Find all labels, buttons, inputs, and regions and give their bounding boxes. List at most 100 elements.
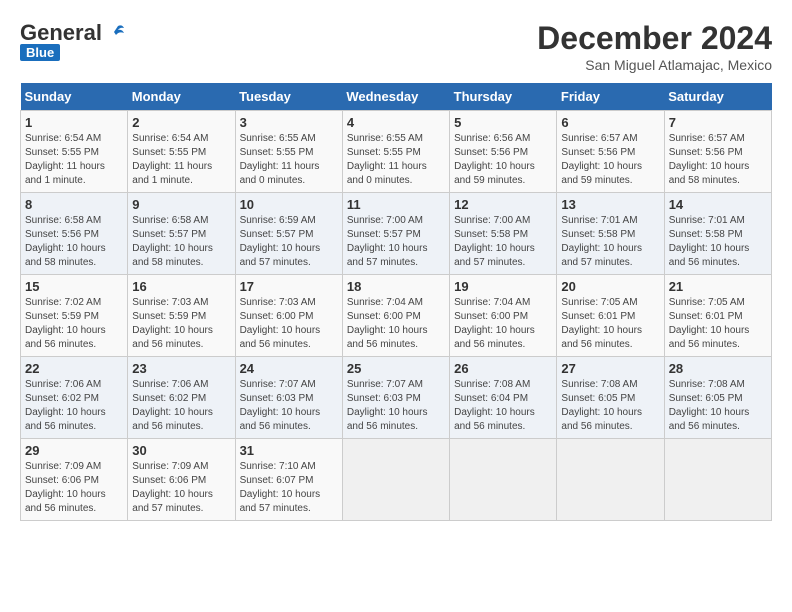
page-title: December 2024 bbox=[537, 20, 772, 57]
calendar-cell bbox=[342, 439, 449, 521]
calendar-cell: 12 Sunrise: 7:00 AM Sunset: 5:58 PM Dayli… bbox=[450, 193, 557, 275]
col-tuesday: Tuesday bbox=[235, 83, 342, 111]
day-info: Sunrise: 7:00 AM Sunset: 5:58 PM Dayligh… bbox=[454, 214, 552, 270]
day-info: Sunrise: 7:08 AM Sunset: 6:05 PM Dayligh… bbox=[669, 378, 767, 434]
page-header: General Blue December 2024 San Miguel At… bbox=[20, 20, 772, 73]
calendar-cell: 4 Sunrise: 6:55 AM Sunset: 5:55 PM Daylig… bbox=[342, 111, 449, 193]
calendar-cell bbox=[450, 439, 557, 521]
day-info: Sunrise: 6:56 AM Sunset: 5:56 PM Dayligh… bbox=[454, 132, 552, 188]
day-number: 30 bbox=[132, 443, 230, 458]
day-number: 5 bbox=[454, 115, 552, 130]
day-info: Sunrise: 7:10 AM Sunset: 6:07 PM Dayligh… bbox=[240, 460, 338, 516]
day-info: Sunrise: 7:08 AM Sunset: 6:05 PM Dayligh… bbox=[561, 378, 659, 434]
col-friday: Friday bbox=[557, 83, 664, 111]
calendar-cell: 1 Sunrise: 6:54 AM Sunset: 5:55 PM Daylig… bbox=[21, 111, 128, 193]
calendar-cell: 19Sunrise: 7:04 AM Sunset: 6:00 PM Dayli… bbox=[450, 275, 557, 357]
day-number: 14 bbox=[669, 197, 767, 212]
calendar-cell: 6Sunrise: 6:57 AM Sunset: 5:56 PM Daylig… bbox=[557, 111, 664, 193]
day-info: Sunrise: 7:09 AM Sunset: 6:06 PM Dayligh… bbox=[132, 460, 230, 516]
day-number: 9 bbox=[132, 197, 230, 212]
logo-blue-label: Blue bbox=[20, 44, 60, 61]
day-number: 2 bbox=[132, 115, 230, 130]
calendar-table: Sunday Monday Tuesday Wednesday Thursday… bbox=[20, 83, 772, 521]
calendar-cell: 9 Sunrise: 6:58 AM Sunset: 5:57 PM Daylig… bbox=[128, 193, 235, 275]
logo-general: General bbox=[20, 20, 102, 46]
day-number: 11 bbox=[347, 197, 445, 212]
calendar-cell: 26 Sunrise: 7:08 AM Sunset: 6:04 PM Dayli… bbox=[450, 357, 557, 439]
day-info: Sunrise: 7:09 AM Sunset: 6:06 PM Dayligh… bbox=[25, 460, 123, 516]
day-number: 20 bbox=[561, 279, 659, 294]
logo-bird-icon bbox=[104, 22, 126, 44]
day-number: 28 bbox=[669, 361, 767, 376]
col-saturday: Saturday bbox=[664, 83, 771, 111]
col-thursday: Thursday bbox=[450, 83, 557, 111]
day-number: 17 bbox=[240, 279, 338, 294]
calendar-week-3: 15 Sunrise: 7:02 AM Sunset: 5:59 PM Dayli… bbox=[21, 275, 772, 357]
calendar-cell: 23 Sunrise: 7:06 AM Sunset: 6:02 PM Dayli… bbox=[128, 357, 235, 439]
col-wednesday: Wednesday bbox=[342, 83, 449, 111]
day-number: 26 bbox=[454, 361, 552, 376]
day-number: 3 bbox=[240, 115, 338, 130]
day-number: 18 bbox=[347, 279, 445, 294]
day-info: Sunrise: 7:03 AM Sunset: 5:59 PM Dayligh… bbox=[132, 296, 230, 352]
calendar-cell: 14 Sunrise: 7:01 AM Sunset: 5:58 PM Dayli… bbox=[664, 193, 771, 275]
day-info: Sunrise: 7:01 AM Sunset: 5:58 PM Dayligh… bbox=[561, 214, 659, 270]
calendar-cell: 18 Sunrise: 7:04 AM Sunset: 6:00 PM Dayli… bbox=[342, 275, 449, 357]
calendar-cell: 8Sunrise: 6:58 AM Sunset: 5:56 PM Daylig… bbox=[21, 193, 128, 275]
day-info: Sunrise: 7:06 AM Sunset: 6:02 PM Dayligh… bbox=[132, 378, 230, 434]
day-number: 23 bbox=[132, 361, 230, 376]
calendar-cell: 7Sunrise: 6:57 AM Sunset: 5:56 PM Daylig… bbox=[664, 111, 771, 193]
calendar-cell bbox=[664, 439, 771, 521]
day-info: Sunrise: 7:05 AM Sunset: 6:01 PM Dayligh… bbox=[561, 296, 659, 352]
day-info: Sunrise: 7:04 AM Sunset: 6:00 PM Dayligh… bbox=[454, 296, 552, 352]
day-number: 8 bbox=[25, 197, 123, 212]
calendar-cell: 17 Sunrise: 7:03 AM Sunset: 6:00 PM Dayli… bbox=[235, 275, 342, 357]
page-subtitle: San Miguel Atlamajac, Mexico bbox=[537, 57, 772, 73]
day-number: 31 bbox=[240, 443, 338, 458]
calendar-cell bbox=[557, 439, 664, 521]
calendar-cell: 3 Sunrise: 6:55 AM Sunset: 5:55 PM Daylig… bbox=[235, 111, 342, 193]
day-info: Sunrise: 7:00 AM Sunset: 5:57 PM Dayligh… bbox=[347, 214, 445, 270]
day-info: Sunrise: 7:06 AM Sunset: 6:02 PM Dayligh… bbox=[25, 378, 123, 434]
day-info: Sunrise: 7:07 AM Sunset: 6:03 PM Dayligh… bbox=[240, 378, 338, 434]
calendar-cell: 11 Sunrise: 7:00 AM Sunset: 5:57 PM Dayli… bbox=[342, 193, 449, 275]
calendar-week-2: 8Sunrise: 6:58 AM Sunset: 5:56 PM Daylig… bbox=[21, 193, 772, 275]
day-info: Sunrise: 7:03 AM Sunset: 6:00 PM Dayligh… bbox=[240, 296, 338, 352]
col-sunday: Sunday bbox=[21, 83, 128, 111]
day-info: Sunrise: 7:04 AM Sunset: 6:00 PM Dayligh… bbox=[347, 296, 445, 352]
day-info: Sunrise: 7:02 AM Sunset: 5:59 PM Dayligh… bbox=[25, 296, 123, 352]
calendar-cell: 21Sunrise: 7:05 AM Sunset: 6:01 PM Dayli… bbox=[664, 275, 771, 357]
calendar-cell: 10Sunrise: 6:59 AM Sunset: 5:57 PM Dayli… bbox=[235, 193, 342, 275]
day-info: Sunrise: 6:54 AM Sunset: 5:55 PM Dayligh… bbox=[132, 132, 230, 188]
day-info: Sunrise: 7:07 AM Sunset: 6:03 PM Dayligh… bbox=[347, 378, 445, 434]
day-number: 29 bbox=[25, 443, 123, 458]
calendar-week-1: 1 Sunrise: 6:54 AM Sunset: 5:55 PM Daylig… bbox=[21, 111, 772, 193]
day-number: 12 bbox=[454, 197, 552, 212]
calendar-cell: 27 Sunrise: 7:08 AM Sunset: 6:05 PM Dayli… bbox=[557, 357, 664, 439]
calendar-cell: 29 Sunrise: 7:09 AM Sunset: 6:06 PM Dayli… bbox=[21, 439, 128, 521]
calendar-cell: 15 Sunrise: 7:02 AM Sunset: 5:59 PM Dayli… bbox=[21, 275, 128, 357]
calendar-week-5: 29 Sunrise: 7:09 AM Sunset: 6:06 PM Dayli… bbox=[21, 439, 772, 521]
calendar-week-4: 22 Sunrise: 7:06 AM Sunset: 6:02 PM Dayli… bbox=[21, 357, 772, 439]
day-number: 27 bbox=[561, 361, 659, 376]
day-info: Sunrise: 6:55 AM Sunset: 5:55 PM Dayligh… bbox=[347, 132, 445, 188]
logo: General Blue bbox=[20, 20, 126, 61]
day-info: Sunrise: 7:01 AM Sunset: 5:58 PM Dayligh… bbox=[669, 214, 767, 270]
calendar-cell: 16 Sunrise: 7:03 AM Sunset: 5:59 PM Dayli… bbox=[128, 275, 235, 357]
day-info: Sunrise: 6:57 AM Sunset: 5:56 PM Dayligh… bbox=[669, 132, 767, 188]
day-number: 13 bbox=[561, 197, 659, 212]
day-number: 15 bbox=[25, 279, 123, 294]
day-info: Sunrise: 6:58 AM Sunset: 5:57 PM Dayligh… bbox=[132, 214, 230, 270]
day-info: Sunrise: 7:05 AM Sunset: 6:01 PM Dayligh… bbox=[669, 296, 767, 352]
calendar-cell: 13 Sunrise: 7:01 AM Sunset: 5:58 PM Dayli… bbox=[557, 193, 664, 275]
day-number: 4 bbox=[347, 115, 445, 130]
day-info: Sunrise: 6:54 AM Sunset: 5:55 PM Dayligh… bbox=[25, 132, 123, 188]
day-number: 16 bbox=[132, 279, 230, 294]
day-number: 22 bbox=[25, 361, 123, 376]
day-info: Sunrise: 6:55 AM Sunset: 5:55 PM Dayligh… bbox=[240, 132, 338, 188]
day-number: 24 bbox=[240, 361, 338, 376]
day-info: Sunrise: 7:08 AM Sunset: 6:04 PM Dayligh… bbox=[454, 378, 552, 434]
calendar-cell: 20 Sunrise: 7:05 AM Sunset: 6:01 PM Dayli… bbox=[557, 275, 664, 357]
calendar-cell: 5 Sunrise: 6:56 AM Sunset: 5:56 PM Daylig… bbox=[450, 111, 557, 193]
day-number: 1 bbox=[25, 115, 123, 130]
